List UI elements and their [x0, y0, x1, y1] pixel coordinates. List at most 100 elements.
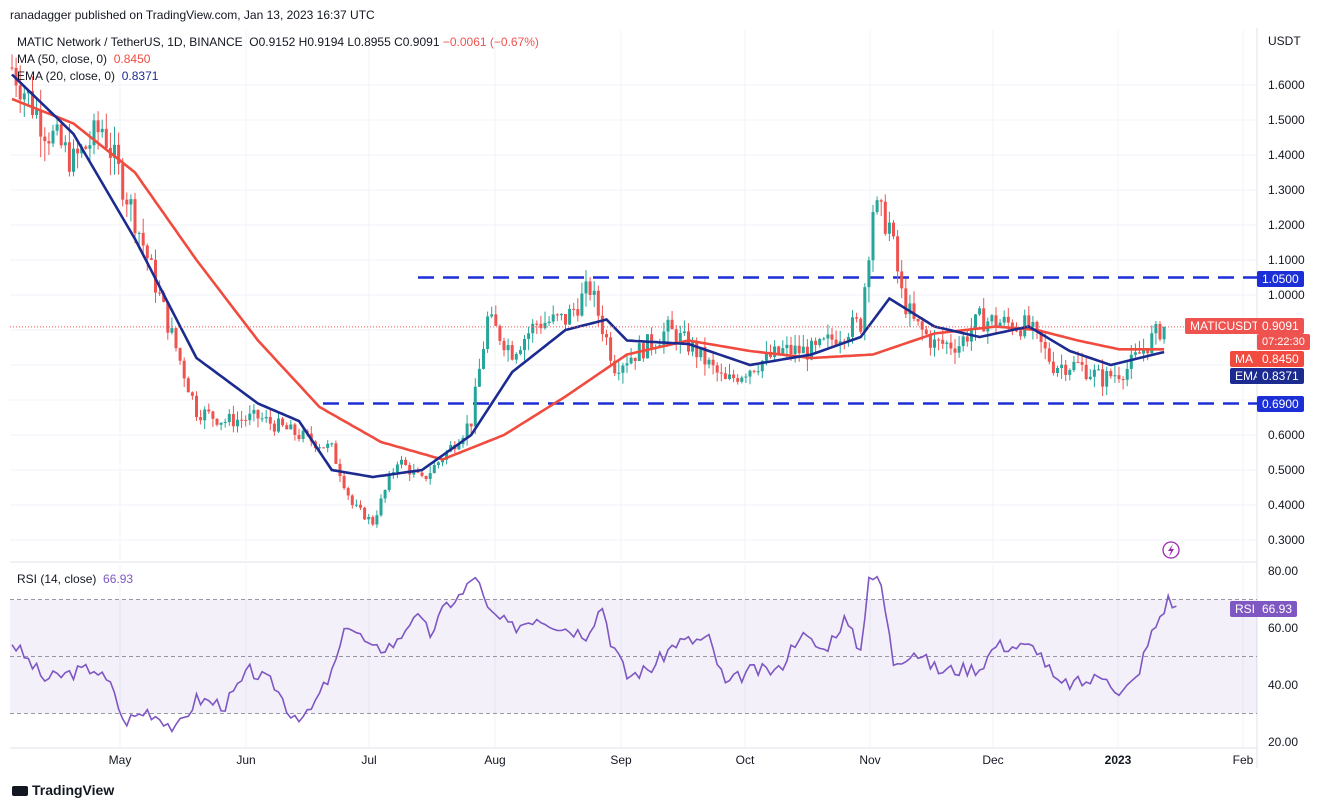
candle-body: [293, 424, 297, 435]
candle-body: [1019, 330, 1023, 337]
candle-body: [502, 340, 506, 351]
candle-body: [223, 421, 227, 423]
ma-legend-value: 0.8450: [113, 52, 151, 66]
candle-body: [55, 124, 59, 131]
chart-canvas: 1.6000 1.5000 1.4000 1.3000 1.2000 1.1000 1.00…: [10, 28, 1305, 768]
candle-body: [1101, 369, 1105, 387]
candle-body: [252, 409, 256, 414]
candle-body: [883, 201, 887, 234]
price-tick-label: 1.6000: [1268, 78, 1305, 92]
candle-body: [203, 409, 207, 421]
candle-body: [543, 322, 547, 329]
open-label: O: [249, 35, 259, 49]
candle-body: [494, 314, 498, 326]
candle-body: [756, 371, 760, 373]
candle-body: [723, 373, 727, 379]
change-value: −0.0061 (−0.67%): [442, 35, 539, 49]
time-tick-label: Feb: [1233, 753, 1254, 767]
candle-body: [937, 339, 941, 341]
candle-body: [43, 136, 47, 142]
ema-legend-label: EMA (20, close, 0): [17, 69, 116, 83]
ma-legend-label: MA (50, close, 0): [17, 52, 108, 66]
ohlc-legend: MATIC Network / TetherUS, 1D, BINANCE O0…: [17, 34, 539, 51]
candle-body: [789, 344, 793, 355]
candle-body: [1056, 368, 1059, 374]
rsi-tick-label: 40.00: [1268, 678, 1298, 692]
symbol-name[interactable]: MATIC Network / TetherUS, 1D, BINANCE: [17, 35, 243, 49]
candle-body: [121, 164, 125, 200]
candle-body: [916, 318, 920, 322]
candle-body: [395, 464, 399, 473]
rsi-legend-value: 66.93: [103, 572, 134, 586]
candle-body: [1084, 364, 1088, 380]
candle-body: [88, 145, 92, 149]
candle-body: [871, 212, 875, 261]
candle-body: [182, 360, 186, 379]
candle-body: [297, 434, 301, 440]
candle-body: [1162, 326, 1166, 340]
candle-body: [887, 222, 891, 234]
tradingview-logo-icon: [12, 786, 28, 797]
price-tick-label: 1.2000: [1268, 218, 1305, 232]
lightning-icon[interactable]: [1162, 541, 1180, 559]
candle-body: [482, 348, 485, 369]
time-tick-label: Aug: [484, 753, 505, 767]
candle-body: [359, 504, 362, 508]
candle-body: [1092, 369, 1096, 377]
tradingview-brand-text: TradingView: [32, 782, 115, 798]
candle-body: [633, 357, 637, 362]
candle-body: [277, 418, 280, 432]
price-tick-label: 0.3000: [1268, 533, 1305, 547]
candle-body: [363, 507, 367, 520]
candle-body: [1097, 369, 1100, 371]
candle-body: [826, 334, 830, 339]
candle-body: [518, 350, 522, 354]
tradingview-logo[interactable]: TradingView: [12, 782, 114, 798]
candle-body: [174, 328, 178, 349]
candle-body: [896, 236, 900, 272]
candle-body: [1031, 321, 1035, 328]
candle-body: [527, 333, 531, 339]
candle-body: [879, 200, 883, 202]
time-tick-label: Oct: [736, 753, 755, 767]
countdown-tag: 07:22:30: [1257, 334, 1310, 350]
candle-body: [855, 317, 859, 319]
candle-body: [1105, 371, 1109, 387]
candle-body: [1117, 375, 1121, 380]
candle-body: [133, 199, 137, 234]
candle-body: [473, 386, 477, 427]
candle-body: [506, 345, 510, 351]
candle-body: [863, 287, 867, 332]
candle-body: [576, 309, 580, 316]
ma-legend[interactable]: MA (50, close, 0) 0.8450: [17, 51, 150, 68]
candle-body: [801, 346, 805, 354]
candle-body: [1051, 361, 1055, 374]
rsi-axis: 80.00 60.00 40.00 20.00: [1268, 564, 1298, 749]
candle-body: [682, 331, 686, 334]
candle-body: [978, 308, 982, 315]
candle-body: [231, 414, 235, 427]
candle-body: [707, 359, 711, 365]
ema-legend[interactable]: EMA (20, close, 0) 0.8371: [17, 68, 158, 85]
candle-body: [875, 200, 879, 213]
candle-body: [1088, 376, 1092, 380]
candle-body: [260, 418, 264, 420]
candle-body: [535, 323, 539, 325]
candle-body: [486, 316, 490, 349]
candle-body: [67, 142, 71, 172]
candle-body: [76, 148, 80, 154]
candle-body: [346, 488, 350, 496]
candle-body: [498, 325, 502, 341]
price-tick-label: 1.4000: [1268, 148, 1305, 162]
candle-body: [695, 341, 699, 358]
candle-body: [326, 443, 330, 448]
candle-body: [219, 422, 223, 425]
candle-body: [289, 424, 293, 430]
symbol-price-tag: MATICUSDT: [1185, 318, 1265, 334]
ema-line: [11, 73, 1165, 479]
candle-body: [125, 199, 129, 205]
candle-body: [785, 344, 789, 349]
rsi-legend[interactable]: RSI (14, close) 66.93: [17, 571, 133, 588]
candle-body: [244, 419, 248, 421]
candle-body: [63, 142, 67, 146]
